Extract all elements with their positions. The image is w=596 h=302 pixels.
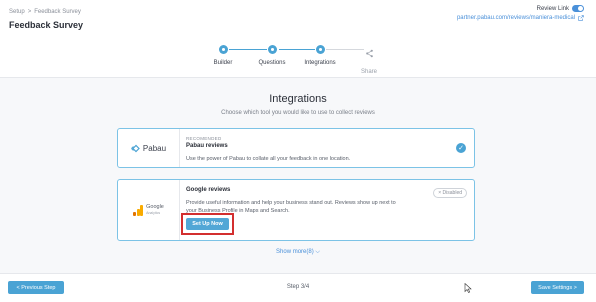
external-link-icon bbox=[578, 15, 584, 21]
status-badge: × Disabled bbox=[433, 188, 467, 198]
review-link-toggle[interactable] bbox=[572, 5, 584, 12]
recommended-tag: RECOMENDED bbox=[186, 136, 222, 141]
breadcrumb-separator: > bbox=[27, 9, 32, 15]
pabau-logo-text: Pabau bbox=[142, 143, 167, 153]
integration-name: Google reviews bbox=[186, 187, 231, 193]
top-bar: Setup > Feedback Survey Feedback Survey Re… bbox=[0, 0, 596, 40]
step-label: Share bbox=[360, 69, 377, 75]
share-icon bbox=[365, 49, 373, 58]
selected-check-icon: ✓ bbox=[456, 143, 466, 153]
highlight-box: Set Up Now bbox=[181, 213, 234, 235]
breadcrumb-setup[interactable]: Setup bbox=[9, 9, 25, 15]
page-title: Feedback Survey bbox=[9, 20, 84, 30]
pabau-logo: Pabau bbox=[118, 129, 180, 167]
integration-card-pabau[interactable]: Pabau RECOMENDED Pabau reviews Use the p… bbox=[117, 128, 475, 168]
footer-bar: < Previous Step Step 3/4 Save Settings > bbox=[0, 273, 596, 302]
step-done-icon bbox=[267, 45, 277, 54]
breadcrumb: Setup > Feedback Survey bbox=[9, 9, 81, 15]
breadcrumb-feedback-survey: Feedback Survey bbox=[34, 9, 81, 15]
google-analytics-icon bbox=[133, 204, 144, 216]
review-link-label: Review Link bbox=[536, 5, 569, 12]
set-up-now-button[interactable]: Set Up Now bbox=[186, 218, 229, 230]
partner-url-link[interactable]: partner.pabau.com/reviews/maniera-medica… bbox=[457, 15, 584, 21]
description-line: Provide useful information and help your… bbox=[186, 200, 396, 206]
integration-card-google[interactable]: Google Analytics Google reviews Provide … bbox=[117, 179, 475, 241]
step-active-icon bbox=[315, 45, 325, 54]
section-subtitle: Choose which tool you would like to use … bbox=[221, 110, 375, 116]
pabau-logo-icon bbox=[131, 144, 140, 152]
integration-description: Use the power of Pabau to collate all yo… bbox=[186, 156, 351, 162]
integrations-section: Integrations Choose which tool you would… bbox=[0, 78, 596, 273]
step-share[interactable]: Share bbox=[339, 45, 399, 75]
step-counter: Step 3/4 bbox=[286, 284, 310, 290]
section-title: Integrations bbox=[269, 93, 327, 105]
review-link: Review Link bbox=[537, 5, 584, 12]
mouse-cursor-icon bbox=[464, 283, 472, 293]
step-done-icon bbox=[218, 45, 228, 54]
save-settings-button[interactable]: Save Settings > bbox=[531, 281, 584, 294]
progress-stepper: Builder Questions Integrations Share bbox=[0, 40, 596, 78]
integration-name: Pabau reviews bbox=[186, 143, 228, 149]
partner-url-text: partner.pabau.com/reviews/maniera-medica… bbox=[456, 15, 575, 21]
analytics-logo-text: Analytics bbox=[146, 211, 161, 215]
show-more-link[interactable]: Show more(8) ⌵ bbox=[0, 249, 596, 256]
google-analytics-logo: Google Analytics bbox=[118, 180, 180, 240]
